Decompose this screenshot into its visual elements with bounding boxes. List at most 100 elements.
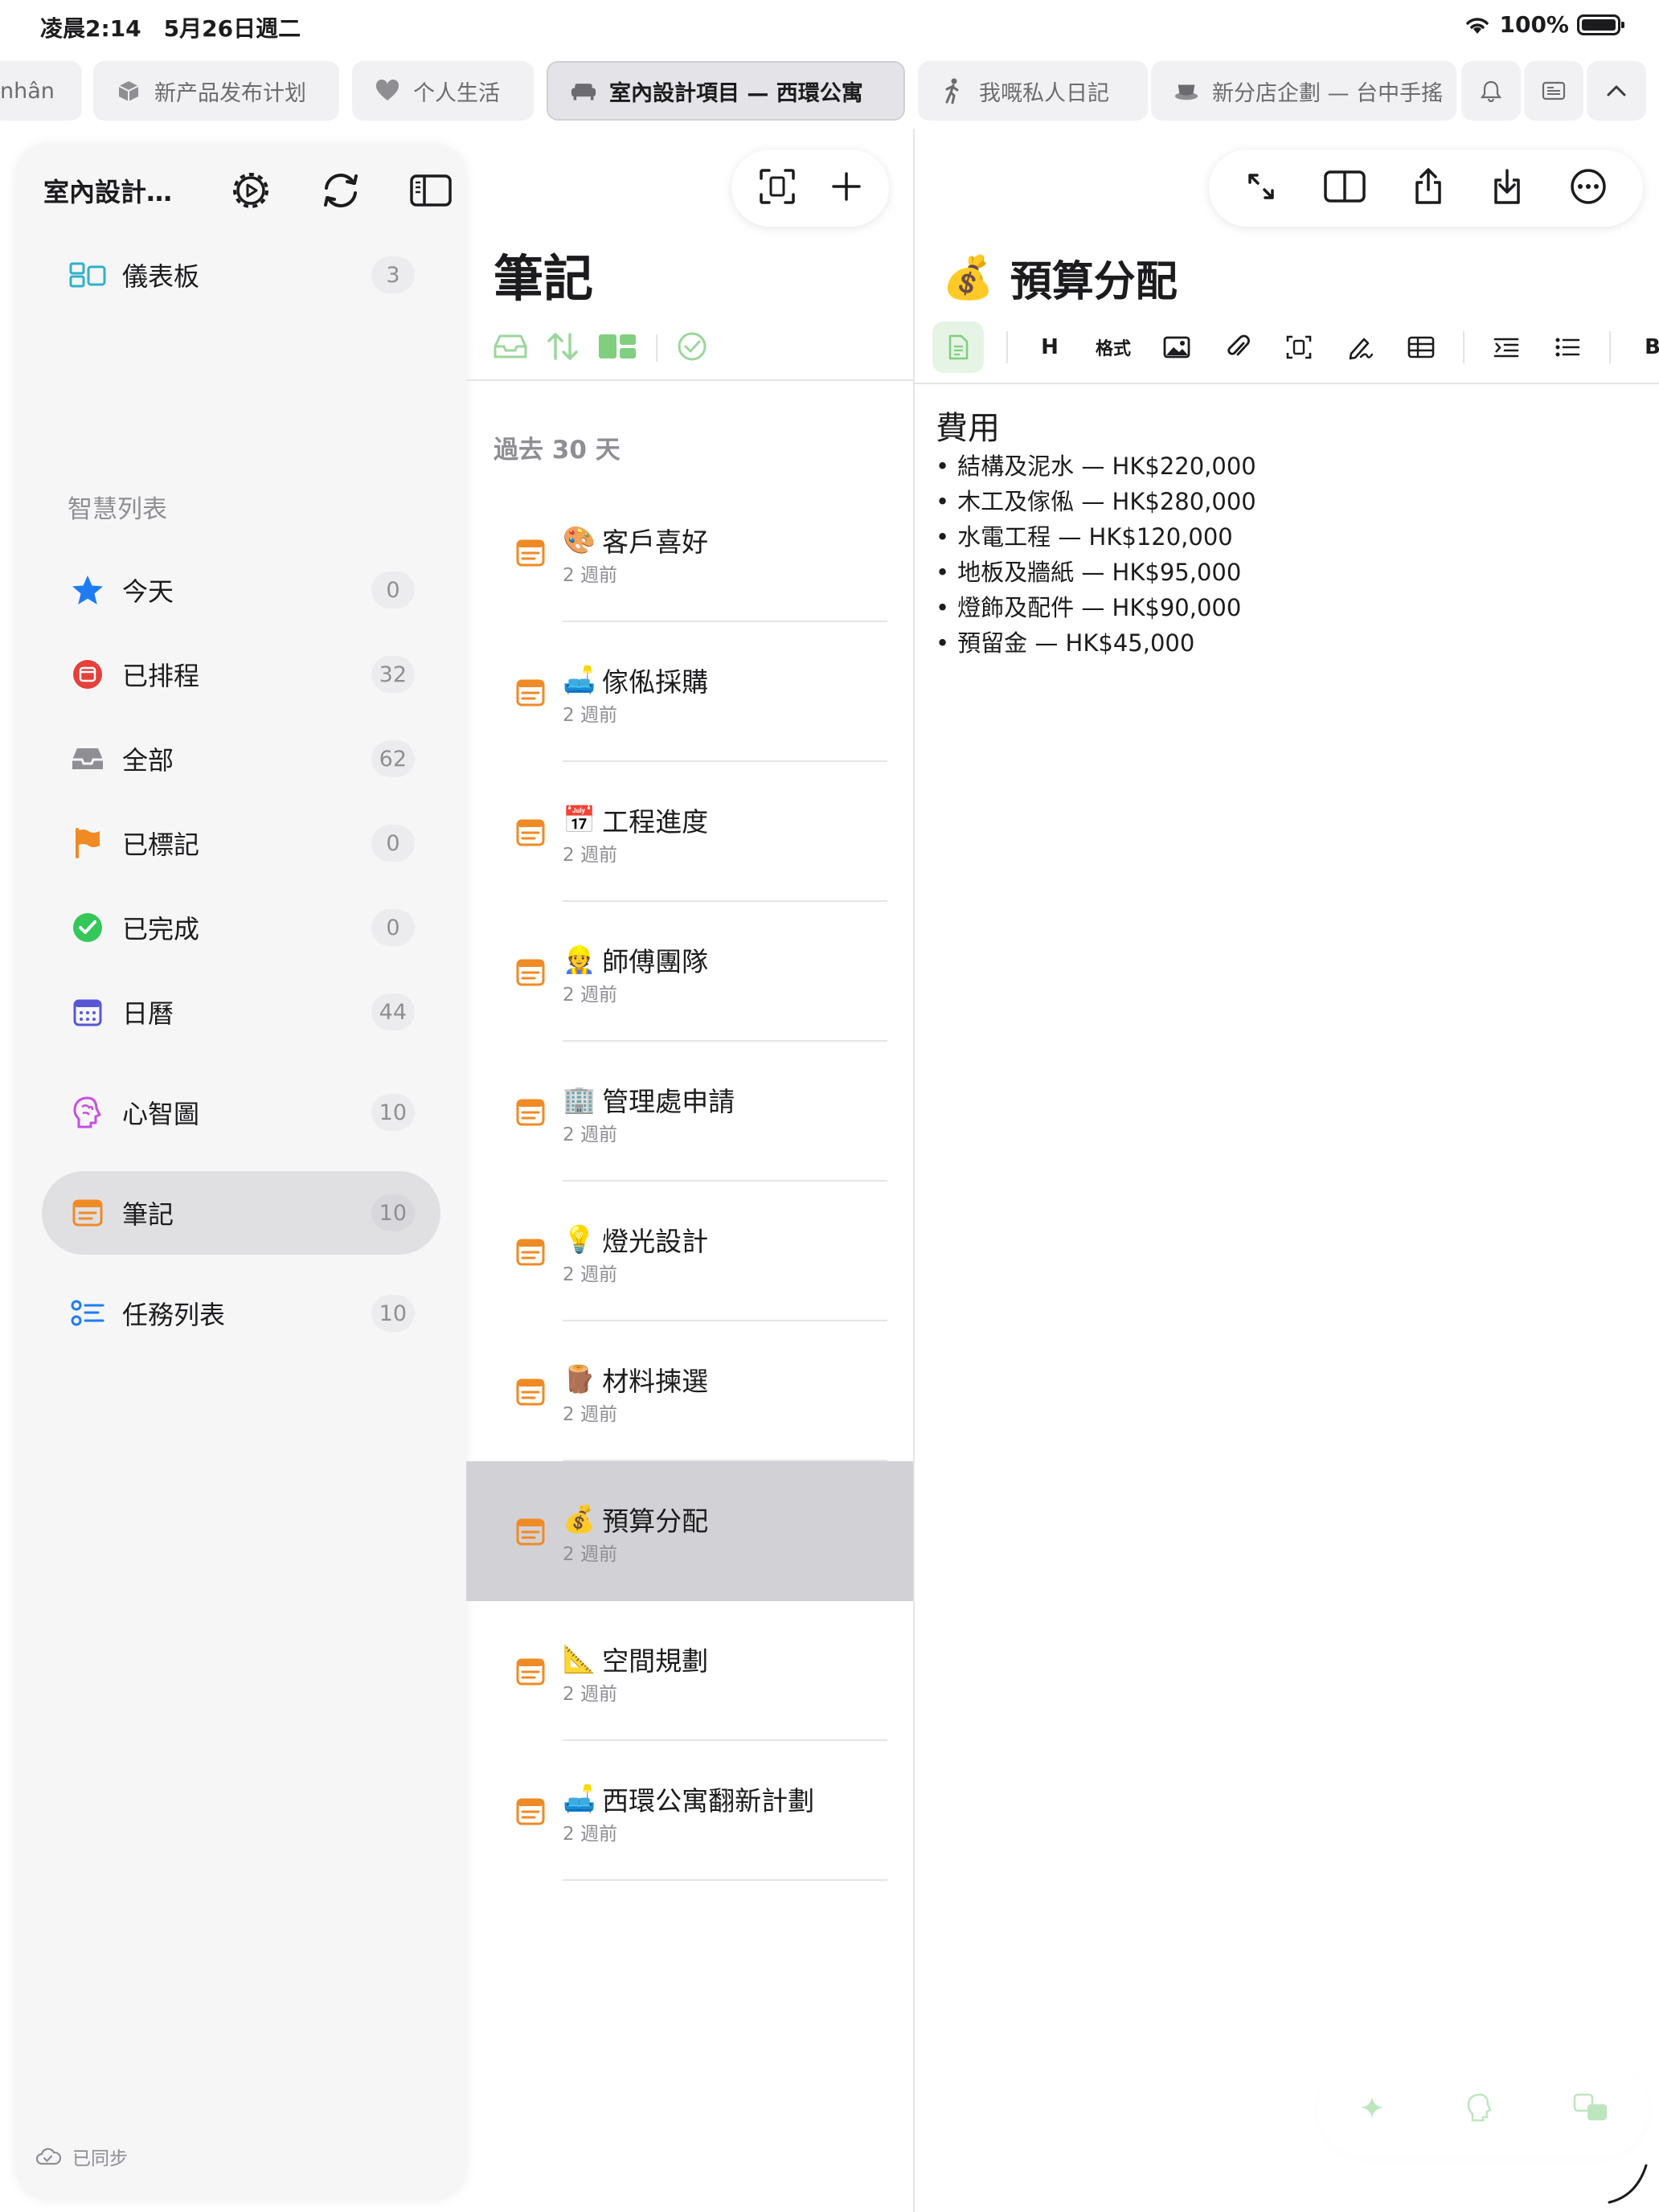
- note-title: 👷 師傅團隊: [563, 940, 708, 979]
- editor-toolbar: [1209, 150, 1643, 227]
- toggle-sidebar-button[interactable]: [408, 168, 453, 213]
- list-item[interactable]: 地板及牆紙 — HK$95,000: [936, 555, 1256, 590]
- content-heading[interactable]: 費用: [936, 402, 1000, 449]
- more-button[interactable]: [1570, 168, 1607, 208]
- sync-status-label: 已同步: [72, 2149, 128, 2169]
- sidebar-item-calendar[interactable]: 日曆 44: [42, 970, 440, 1054]
- translate-icon: [1573, 2093, 1607, 2120]
- sidebar-item-all[interactable]: 全部 62: [42, 717, 440, 801]
- note-row[interactable]: 🏢 管理處申請 2 週前: [466, 1042, 913, 1182]
- format-toolbar: H 格式 B: [932, 320, 1659, 375]
- divider: [915, 383, 1659, 384]
- notes-list-pane: 筆記 過去 30 天 🎨 客戶喜好 2 週前 🛋️ 傢俬採購 2 週前 📅 工程進度 2 週前 👷…: [466, 129, 913, 2212]
- status-time: 凌晨2:14 5月26日週二: [40, 15, 301, 42]
- ai-sparkle-button[interactable]: [1358, 2093, 1387, 2125]
- note-row[interactable]: 🛋️ 傢俬採購 2 週前: [466, 622, 913, 762]
- tab-4[interactable]: 我嘅私人日記: [918, 61, 1148, 121]
- note-timestamp: 2 週前: [563, 1684, 617, 1705]
- sync-button[interactable]: [318, 168, 363, 213]
- indent-button[interactable]: [1487, 328, 1526, 367]
- scan-text-button[interactable]: [1280, 328, 1318, 367]
- note-title: 📅 工程進度: [563, 801, 708, 839]
- sidebar-item-notes[interactable]: 筆記 10: [42, 1171, 440, 1255]
- insert-table-button[interactable]: [1402, 328, 1440, 367]
- checkmark-circle-icon: [678, 332, 707, 361]
- tab-1[interactable]: 新产品发布计划: [93, 61, 339, 121]
- new-note-button[interactable]: [830, 170, 862, 206]
- collapse-tabs-button[interactable]: [1587, 61, 1646, 121]
- note-icon: [516, 679, 545, 707]
- note-row[interactable]: 💰 預算分配 2 週前: [466, 1461, 913, 1601]
- sort-arrows-icon: [547, 333, 578, 360]
- draw-button[interactable]: [1341, 328, 1379, 367]
- project-title[interactable]: 室內設計…: [43, 172, 183, 209]
- layout-button[interactable]: [598, 334, 637, 363]
- sidebar-item-label: 已完成: [122, 914, 200, 944]
- tab-2[interactable]: 个人生活: [352, 61, 534, 121]
- sidebar-item-tasklist[interactable]: 任務列表 10: [42, 1272, 440, 1355]
- sidebar-item-flagged[interactable]: 已標記 0: [42, 801, 440, 885]
- tab-5[interactable]: 新分店企劃 — 台中手搖: [1151, 61, 1456, 121]
- tab-strip: nhân 新产品发布计划 个人生活 室內設計項目 — 西環公寓 我嘅私人日記 新…: [0, 58, 1659, 124]
- note-icon: [69, 1194, 106, 1231]
- ai-brain-button[interactable]: [1465, 2092, 1494, 2126]
- note-emoji: 👷: [563, 944, 596, 975]
- content-bullet-list[interactable]: 結構及泥水 — HK$220,000木工及傢俬 — HK$280,000水電工程…: [936, 449, 1256, 661]
- count-badge: 62: [371, 740, 415, 777]
- settings-button[interactable]: [228, 168, 273, 213]
- scan-button[interactable]: [759, 168, 796, 208]
- smart-lists-header: 智慧列表: [68, 495, 167, 524]
- sidebar-item-scheduled[interactable]: 已排程 32: [42, 633, 440, 716]
- ai-translate-button[interactable]: [1573, 2093, 1608, 2125]
- heading-button[interactable]: H: [1030, 328, 1069, 367]
- sidebar-item-completed[interactable]: 已完成 0: [42, 886, 440, 969]
- list-item[interactable]: 燈飾及配件 — HK$90,000: [936, 590, 1256, 625]
- format-button[interactable]: 格式: [1092, 328, 1135, 367]
- list-item[interactable]: 結構及泥水 — HK$220,000: [936, 449, 1256, 484]
- note-row[interactable]: 🪵 材料揀選 2 週前: [466, 1321, 913, 1461]
- split-view-button[interactable]: [1324, 170, 1366, 206]
- expand-button[interactable]: [1245, 170, 1277, 206]
- share-icon: [1415, 168, 1441, 204]
- sort-button[interactable]: [547, 331, 579, 365]
- note-title: 💡 燈光設計: [563, 1220, 708, 1259]
- count-badge: 0: [371, 571, 415, 608]
- note-title[interactable]: 💰 預算分配: [942, 248, 1178, 308]
- tab-0[interactable]: nhân: [0, 61, 82, 121]
- list-item[interactable]: 水電工程 — HK$120,000: [936, 519, 1256, 555]
- status-right: 100%: [1464, 11, 1624, 38]
- list-item[interactable]: 預留金 — HK$45,000: [936, 625, 1256, 661]
- completed-filter-button[interactable]: [677, 331, 707, 365]
- note-timestamp: 2 週前: [563, 985, 617, 1006]
- note-title-text: 管理處申請: [602, 1086, 735, 1117]
- toolbar-separator: [1609, 331, 1611, 363]
- note-icon: [516, 819, 545, 846]
- inbox-filter-button[interactable]: [494, 334, 527, 363]
- bullet-list-button[interactable]: [1548, 328, 1587, 367]
- export-button[interactable]: [1491, 167, 1523, 209]
- note-row[interactable]: 💡 燈光設計 2 週前: [466, 1182, 913, 1321]
- note-title: 🎨 客戶喜好: [563, 521, 708, 559]
- note-icon: [516, 1239, 545, 1266]
- calendar-badge-icon: [69, 656, 106, 693]
- cup-icon: [1174, 78, 1199, 104]
- bold-button[interactable]: B: [1633, 328, 1659, 367]
- list-item[interactable]: 木工及傢俬 — HK$280,000: [936, 484, 1256, 519]
- note-row[interactable]: 📅 工程進度 2 週前: [466, 762, 913, 902]
- note-row[interactable]: 🎨 客戶喜好 2 週前: [466, 482, 913, 622]
- sidebar-item-label: 心智圖: [122, 1099, 200, 1129]
- attach-button[interactable]: [1219, 328, 1257, 367]
- note-row[interactable]: 👷 師傅團隊 2 週前: [466, 902, 913, 1042]
- insert-image-button[interactable]: [1157, 328, 1196, 367]
- notification-button[interactable]: [1461, 61, 1521, 121]
- note-row[interactable]: 📐 空間規劃 2 週前: [466, 1601, 913, 1741]
- status-bar: 凌晨2:14 5月26日週二 100%: [0, 0, 1659, 51]
- tab-3-active[interactable]: 室內設計項目 — 西環公寓: [547, 61, 905, 121]
- reader-button[interactable]: [1524, 61, 1583, 121]
- sidebar-item-mindmap[interactable]: 心智圖 10: [42, 1071, 440, 1154]
- document-mode-button[interactable]: [932, 322, 984, 373]
- note-row[interactable]: 🛋️ 西環公寓翻新計劃 2 週前: [466, 1741, 913, 1881]
- sidebar-item-today[interactable]: 今天 0: [42, 548, 440, 632]
- share-button[interactable]: [1412, 167, 1444, 209]
- sidebar-item-dashboard[interactable]: 儀表板 3: [42, 233, 440, 317]
